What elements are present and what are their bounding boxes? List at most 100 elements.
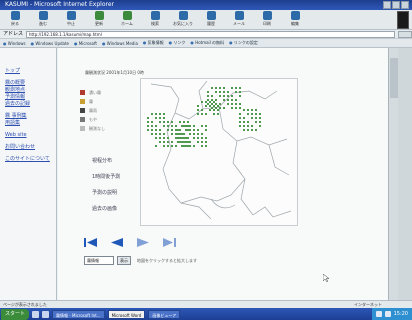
fog-dot [223,107,225,109]
quicklaunch-desktop-icon[interactable] [42,310,50,318]
fog-dot [201,145,203,147]
sidebar-link[interactable]: 過去の記録 [5,101,56,108]
link-item[interactable]: Microsoft [74,41,97,46]
sidebar-link[interactable]: 霧 事例集 [5,113,56,120]
close-button[interactable] [401,1,409,9]
next-frame-button[interactable] [136,238,150,247]
back-icon [10,10,20,20]
start-button[interactable]: スタート [1,308,30,320]
fog-dot [235,103,237,105]
link-item[interactable]: Windows Media [102,41,138,46]
fog-dot [201,125,203,127]
fog-dot [231,95,233,97]
fog-dot [175,137,177,139]
fog-dot [215,99,217,101]
maximize-button[interactable] [392,1,400,9]
link-item[interactable]: Hotmail の無料 [190,40,224,46]
sidebar-link[interactable]: トップ [5,68,56,75]
link-item[interactable]: リンク [169,40,185,46]
link-item[interactable]: 気象情報 [143,40,164,46]
fog-dot [171,145,173,147]
stop-button[interactable]: 中止 [60,10,82,29]
layer-select[interactable]: 霧情報 [84,256,114,265]
fog-dot [255,121,257,123]
edit-button[interactable]: 編集 [284,10,306,29]
map-navigation [84,238,176,247]
favorites-button[interactable]: お気に入り [172,10,194,29]
fog-dot [207,95,209,97]
forward-icon [38,10,48,20]
fog-dot [163,145,165,147]
option-link[interactable]: 視程分布 [92,158,120,164]
mail-button[interactable]: メール [228,10,250,29]
last-frame-button[interactable] [162,238,176,247]
link-item[interactable]: Windows [3,41,26,46]
fog-dot [167,125,169,127]
first-frame-icon [84,238,97,247]
taskbar-item[interactable]: Microsoft Word [107,309,146,319]
fog-dot [219,107,221,109]
link-item[interactable]: リンクの設定 [229,40,258,46]
minimize-button[interactable] [383,1,391,9]
prefecture-borders [150,80,292,220]
fog-dot [205,137,207,139]
fog-dot [251,113,253,115]
option-link[interactable]: 1時間後予測 [92,174,120,180]
fog-dot [193,129,195,131]
fog-dot [223,87,225,89]
sidebar-link[interactable]: お問い合わせ [5,144,56,151]
window-title: KASUMI - Microsoft Internet Explorer [5,1,114,8]
home-button[interactable]: ホーム [116,10,138,29]
first-frame-button[interactable] [84,238,98,247]
sidebar-link[interactable]: 予測情報 [5,94,56,101]
go-button[interactable] [398,30,412,38]
sidebar-link[interactable]: Web site [5,132,56,139]
fog-dot [189,141,191,143]
legend-swatch [80,99,85,104]
option-link[interactable]: 過去の画像 [92,206,120,212]
fog-dot [201,141,203,143]
refresh-button[interactable]: 更新 [88,10,110,29]
fog-dot [189,145,191,147]
fog-dot [155,113,157,115]
address-input[interactable]: http://192.168.1.1/kasumi/map.html [26,30,395,38]
tray-volume-icon[interactable] [375,311,382,317]
tray-network-icon[interactable] [384,311,391,317]
option-link[interactable]: 予測の説明 [92,190,120,196]
search-button[interactable]: 検索 [144,10,166,29]
print-button[interactable]: 印刷 [256,10,278,29]
fog-dot [231,99,233,101]
legend-swatch [80,90,85,95]
fog-dot [231,107,233,109]
sidebar-link[interactable]: 用語集 [5,120,56,127]
sidebar-link[interactable]: 霧の概要 [5,80,56,87]
vertical-scrollbar[interactable] [388,48,398,300]
fog-dot [163,141,165,143]
fog-dot [175,145,177,147]
taskbar-item[interactable]: 霧情報 - Microsoft Int... [52,309,105,319]
link-item[interactable]: Windows Update [31,41,69,46]
fog-dot [147,121,149,123]
fog-dot [193,133,195,135]
show-button[interactable]: 表示 [117,256,131,265]
quicklaunch-ie-icon[interactable] [32,310,40,318]
forward-button[interactable]: 進む [32,10,54,29]
fog-map[interactable] [140,78,298,226]
fog-dot [231,87,233,89]
fog-dot [181,133,183,135]
scrollbar-thumb[interactable] [390,58,398,98]
fog-dot [235,91,237,93]
fog-dot [251,117,253,119]
fog-dot [151,133,153,135]
sidebar-link[interactable]: 観測地点 [5,87,56,94]
taskbar-item[interactable]: 画像ビューア [148,309,181,319]
fog-dot [213,109,215,111]
fog-observation-dots [147,87,261,147]
fog-dot [159,117,161,119]
history-button[interactable]: 履歴 [200,10,222,29]
back-button[interactable]: 戻る [4,10,26,29]
history-icon [206,10,216,20]
previous-frame-button[interactable] [110,238,124,247]
sidebar-link[interactable]: このサイトについて [5,156,56,163]
fog-dot [163,133,165,135]
